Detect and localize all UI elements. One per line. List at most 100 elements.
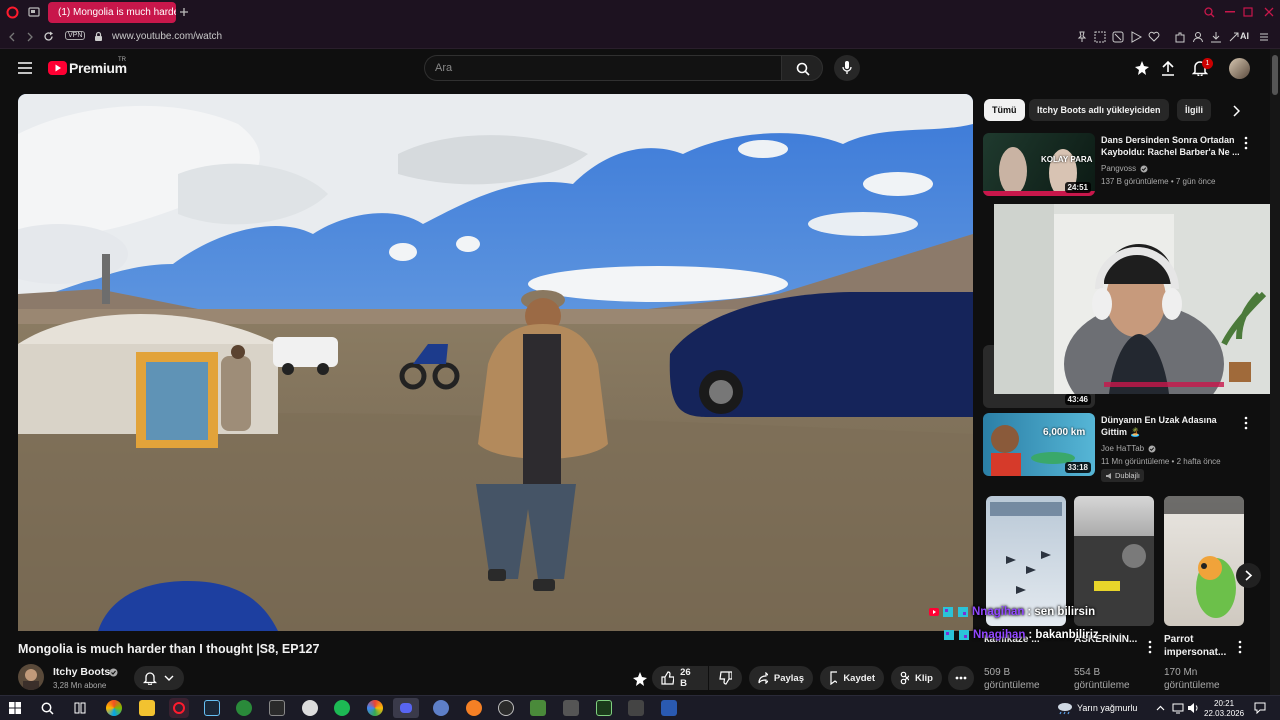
more-actions-button[interactable]: [948, 666, 974, 690]
chat-badge-icon: [943, 607, 953, 617]
adblock-icon[interactable]: [1112, 31, 1124, 43]
network-icon[interactable]: [1172, 702, 1184, 714]
app-icon[interactable]: [628, 700, 644, 716]
extensions-icon[interactable]: [1174, 31, 1186, 43]
copilot-icon[interactable]: [106, 700, 122, 716]
save-button[interactable]: Kaydet: [820, 666, 884, 690]
like-button[interactable]: 26 B: [652, 666, 708, 690]
notification-center-icon[interactable]: [1254, 702, 1266, 714]
discord-app-icon[interactable]: [393, 698, 419, 718]
page-scrollbar[interactable]: [1270, 49, 1280, 695]
recommendation-channel[interactable]: Pangvoss: [1101, 163, 1136, 174]
windows-start-icon[interactable]: [9, 702, 21, 714]
chevron-right-icon: [1245, 570, 1253, 581]
aria-icon[interactable]: [1228, 31, 1240, 43]
ai-label[interactable]: AI: [1240, 31, 1249, 41]
short-views: 554 B görüntüleme: [1074, 667, 1130, 691]
shorts-next-button[interactable]: [1236, 563, 1261, 588]
recommendation-title[interactable]: Dans Dersinden Sonra Ortadan Kayboldu: R…: [1101, 134, 1241, 158]
chrome-icon[interactable]: [367, 700, 383, 716]
app-icon[interactable]: [498, 700, 514, 716]
url-field[interactable]: www.youtube.com/watch: [112, 31, 222, 42]
short-thumbnail[interactable]: [1164, 496, 1244, 626]
search-button[interactable]: [781, 55, 823, 81]
maximize-icon[interactable]: [1243, 7, 1253, 17]
app-icon[interactable]: [433, 700, 449, 716]
chevron-right-icon[interactable]: [1232, 105, 1240, 117]
scrollbar-thumb[interactable]: [1272, 55, 1278, 95]
channel-name[interactable]: Itchy Boots: [53, 666, 110, 678]
opera-app-icon[interactable]: [169, 698, 189, 718]
volume-icon[interactable]: [1187, 702, 1199, 714]
heart-icon[interactable]: [1148, 31, 1160, 43]
minimize-icon[interactable]: [1225, 11, 1235, 13]
search-input[interactable]: Ara: [424, 55, 781, 81]
opera-logo-icon[interactable]: [6, 6, 19, 19]
bell-icon: [143, 672, 157, 685]
video-player[interactable]: [18, 94, 973, 631]
channel-avatar[interactable]: [18, 664, 44, 690]
more-vertical-icon[interactable]: [1244, 416, 1248, 430]
new-tab-icon[interactable]: [179, 7, 189, 17]
forward-icon[interactable]: [26, 32, 34, 42]
chip-all[interactable]: Tümü: [984, 99, 1025, 121]
voice-search-button[interactable]: [834, 55, 860, 81]
minecraft-icon[interactable]: [530, 700, 546, 716]
recommendation-thumbnail[interactable]: KOLAY PARA 24:51: [983, 133, 1095, 196]
close-window-icon[interactable]: [1264, 7, 1274, 17]
webcam-image: [994, 204, 1280, 394]
verified-icon: [1148, 445, 1156, 453]
player-icon[interactable]: [1130, 31, 1142, 43]
weather-text[interactable]: Yarın yağmurlu: [1077, 703, 1137, 713]
recommendation-title[interactable]: Dünyanın En Uzak Adasına Gittim 🏝️: [1101, 414, 1241, 438]
file-explorer-icon[interactable]: [139, 700, 155, 716]
vpn-badge[interactable]: VPN: [65, 31, 86, 40]
app-icon[interactable]: [563, 700, 579, 716]
snapshot-icon[interactable]: [1094, 31, 1106, 43]
hamburger-menu-icon[interactable]: [18, 62, 32, 74]
back-icon[interactable]: [8, 32, 16, 42]
xbox-icon[interactable]: [236, 700, 252, 716]
search-tabs-icon[interactable]: [1204, 7, 1215, 18]
create-icon[interactable]: [1134, 60, 1150, 76]
chip-related[interactable]: İlgili: [1177, 99, 1211, 121]
app-icon[interactable]: [596, 700, 612, 716]
dislike-button[interactable]: [709, 666, 742, 690]
thumbs-down-icon: [719, 671, 732, 685]
app-icon[interactable]: [661, 700, 677, 716]
active-tab[interactable]: (1) Mongolia is much harder: [48, 2, 176, 23]
pin-icon[interactable]: [1076, 31, 1088, 43]
windows-taskbar: Yarın yağmurlu 20:21 22.03.2026: [0, 695, 1280, 720]
upload-icon[interactable]: [1161, 60, 1175, 76]
account-avatar[interactable]: [1229, 58, 1250, 79]
more-vertical-icon[interactable]: [1244, 136, 1248, 150]
weather-rain-icon[interactable]: [1056, 701, 1074, 715]
lock-icon[interactable]: [94, 31, 103, 42]
obs-icon[interactable]: [302, 700, 318, 716]
chip-uploader[interactable]: Itchy Boots adlı yükleyiciden: [1029, 99, 1169, 121]
chevron-up-icon[interactable]: [1156, 705, 1165, 711]
spotify-icon[interactable]: [334, 700, 350, 716]
profile-icon[interactable]: [1192, 31, 1204, 43]
recommendation-thumbnail[interactable]: 6,000 km 33:18: [983, 413, 1095, 476]
download-icon[interactable]: [1210, 31, 1222, 43]
share-button[interactable]: Paylaş: [749, 666, 813, 690]
short-title[interactable]: Parrot impersonat...: [1164, 633, 1244, 659]
task-view-icon[interactable]: [74, 702, 86, 714]
recommendation-channel[interactable]: Joe HaTTab: [1101, 443, 1144, 454]
blender-icon[interactable]: [466, 700, 482, 716]
youtube-logo-icon[interactable]: [48, 61, 67, 75]
system-clock[interactable]: 20:21 22.03.2026: [1204, 699, 1244, 719]
ask-ai-icon[interactable]: [632, 671, 648, 687]
verified-icon: [1140, 165, 1148, 173]
tab-workspace-icon[interactable]: [28, 7, 40, 18]
epic-games-icon[interactable]: [269, 700, 285, 716]
clip-button[interactable]: Klip: [891, 666, 942, 690]
search-icon[interactable]: [41, 702, 54, 715]
more-vertical-icon[interactable]: [1238, 640, 1242, 654]
steam-icon[interactable]: [204, 700, 220, 716]
menu-icon[interactable]: [1258, 31, 1270, 43]
reload-icon[interactable]: [43, 31, 54, 42]
more-vertical-icon[interactable]: [1148, 640, 1152, 654]
subscription-bell-button[interactable]: [134, 666, 184, 690]
